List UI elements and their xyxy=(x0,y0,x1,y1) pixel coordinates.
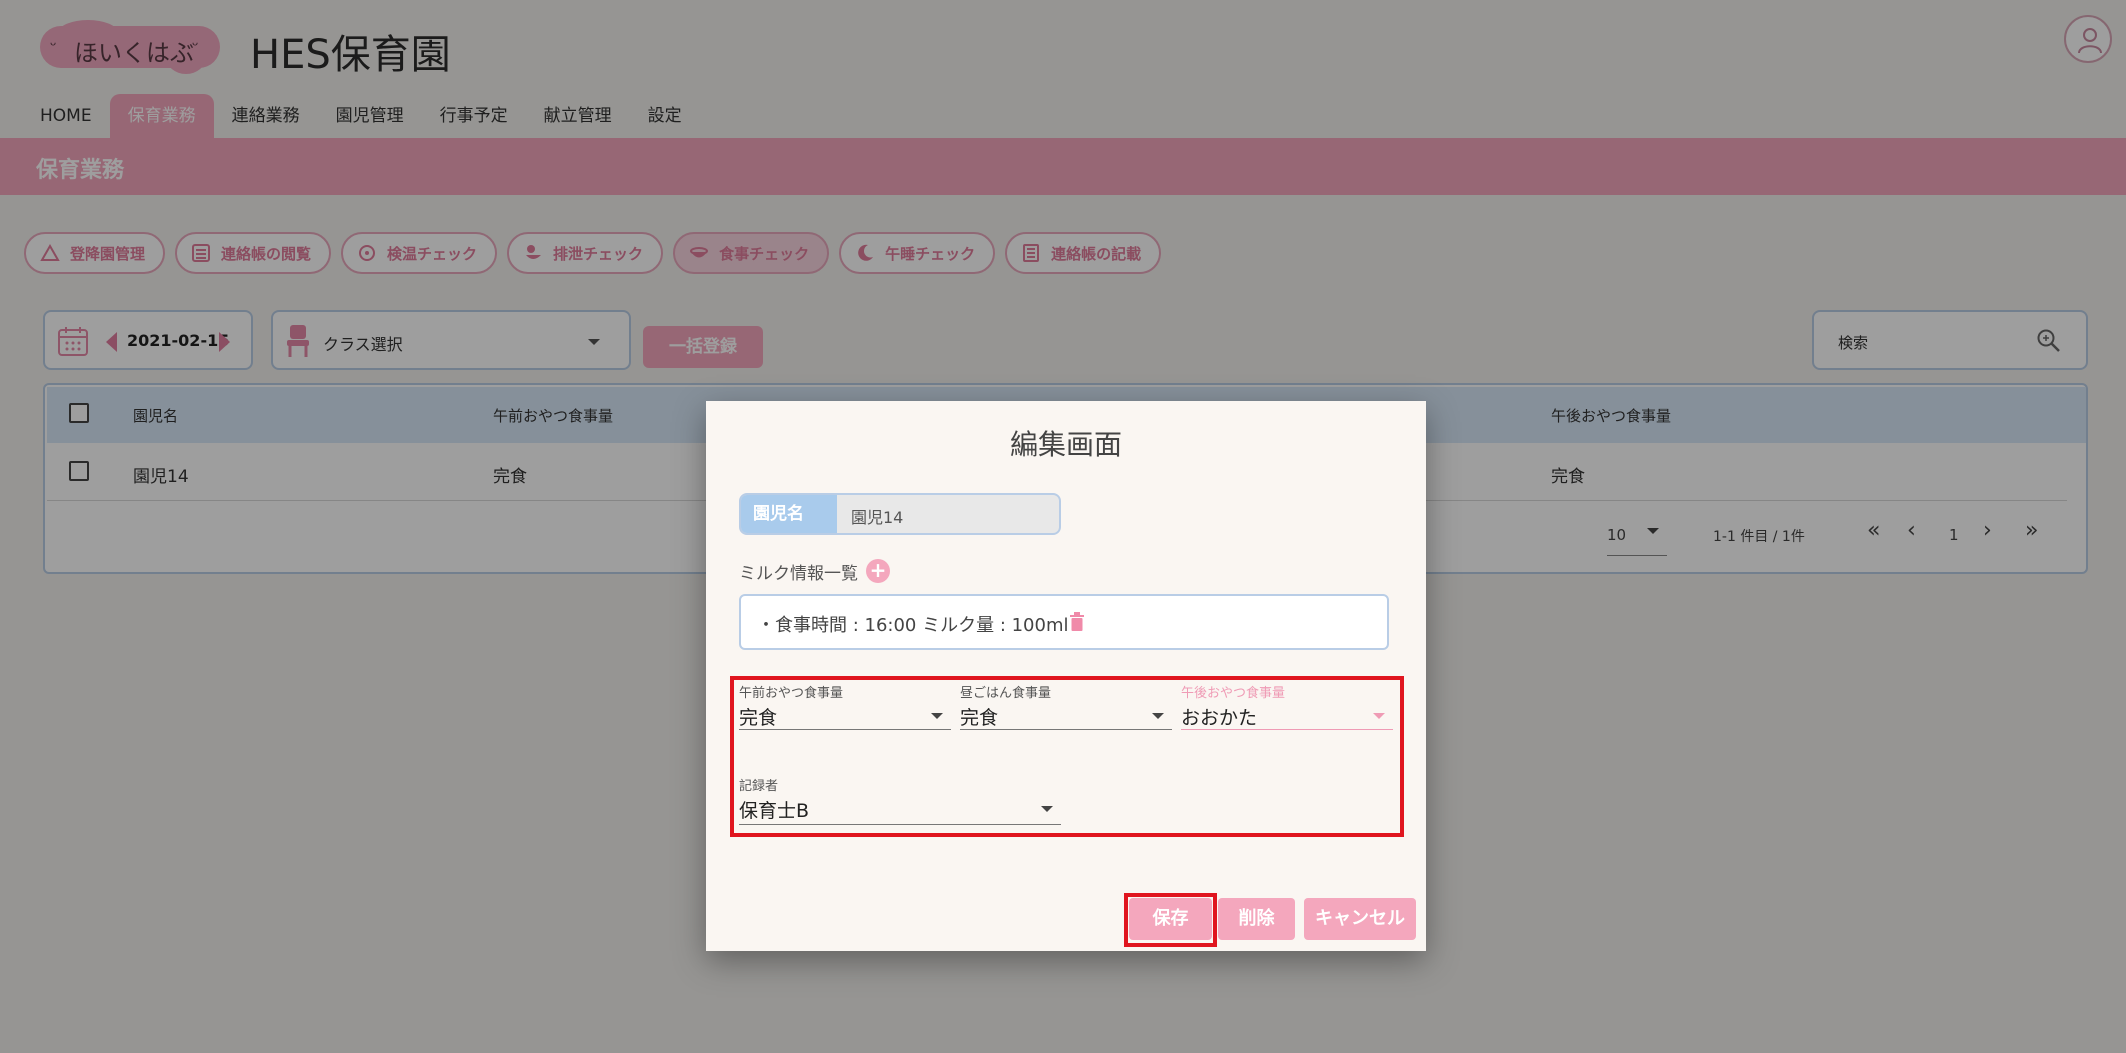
chevron-down-icon xyxy=(1152,713,1164,719)
edit-dialog: 編集画面 園児名 園児14 ミルク情報一覧 + ・食事時間 : 16:00 ミル… xyxy=(706,401,1426,951)
field-underline xyxy=(739,729,951,730)
child-name-label: 園児名 xyxy=(741,495,837,533)
am-snack-value: 完食 xyxy=(739,707,778,729)
child-name-value: 園児14 xyxy=(851,508,904,527)
pm-snack-value: おおかた xyxy=(1181,707,1258,729)
trash-icon[interactable] xyxy=(1069,612,1085,632)
cancel-button[interactable]: キャンセル xyxy=(1304,898,1416,940)
chevron-down-icon xyxy=(1041,806,1053,812)
field-underline xyxy=(960,729,1172,730)
pm-snack-select[interactable]: 午後おやつ食事量 おおかた xyxy=(1181,682,1393,730)
chevron-down-icon xyxy=(931,713,943,719)
am-snack-label: 午前おやつ食事量 xyxy=(739,686,844,701)
milk-info-label: ミルク情報一覧 xyxy=(739,564,858,584)
milk-entry[interactable]: ・食事時間 : 16:00 ミルク量 : 100ml xyxy=(757,611,1069,637)
recorder-value: 保育士B xyxy=(739,800,810,822)
chevron-down-icon xyxy=(1373,713,1385,719)
lunch-label: 昼ごはん食事量 xyxy=(960,686,1052,701)
field-underline xyxy=(739,824,1061,825)
dialog-title: 編集画面 xyxy=(1009,428,1122,461)
add-milk-button[interactable]: + xyxy=(866,559,890,583)
recorder-label: 記録者 xyxy=(739,779,779,794)
lunch-select[interactable]: 昼ごはん食事量 完食 xyxy=(960,682,1172,730)
lunch-value: 完食 xyxy=(960,707,999,729)
field-underline xyxy=(1181,729,1393,730)
pm-snack-label: 午後おやつ食事量 xyxy=(1181,686,1286,701)
save-button[interactable]: 保存 xyxy=(1129,898,1212,940)
recorder-select[interactable]: 記録者 保育士B xyxy=(739,775,1061,825)
delete-button[interactable]: 削除 xyxy=(1218,898,1295,940)
milk-info-list: ・食事時間 : 16:00 ミルク量 : 100ml xyxy=(739,594,1389,650)
child-name-field: 園児名 園児14 xyxy=(739,493,1061,535)
am-snack-select[interactable]: 午前おやつ食事量 完食 xyxy=(739,682,951,730)
